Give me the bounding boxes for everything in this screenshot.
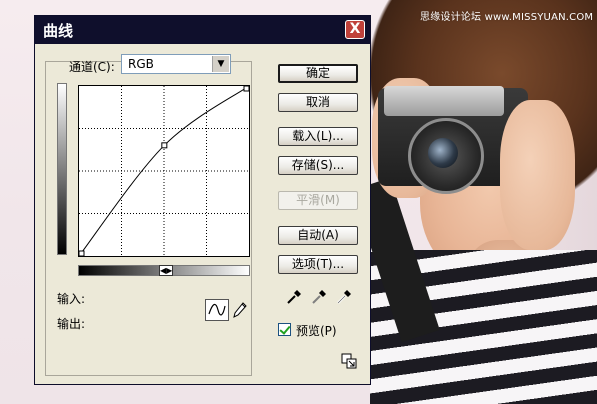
curve-control-point[interactable]: [161, 142, 168, 149]
auto-button[interactable]: 自动(A): [278, 226, 358, 245]
cancel-button[interactable]: 取消: [278, 93, 358, 112]
options-button[interactable]: 选项(T)...: [278, 255, 358, 274]
ok-button[interactable]: 确定: [278, 64, 358, 83]
dialog-titlebar[interactable]: 曲线 X: [35, 16, 370, 44]
watermark-text: 思缘设计论坛 www.MISSYUAN.COM: [420, 12, 594, 23]
channel-value: RGB: [128, 57, 154, 71]
photo-camera-glass: [428, 138, 458, 168]
close-button[interactable]: X: [345, 20, 365, 39]
smooth-button[interactable]: 平滑(M): [278, 191, 358, 210]
channel-label: 通道(C):: [69, 60, 115, 74]
curve-graph[interactable]: [78, 85, 250, 257]
curve-tool-icon[interactable]: [205, 299, 229, 321]
preview-label[interactable]: 预览(P): [296, 322, 337, 339]
eyedropper-white-icon[interactable]: [336, 287, 354, 305]
eyedropper-gray-icon[interactable]: [311, 287, 329, 305]
eyedropper-black-icon[interactable]: [286, 287, 304, 305]
photo-right-hand: [500, 100, 575, 250]
channel-select[interactable]: RGB ▼: [121, 54, 231, 74]
input-gradient-bar[interactable]: ◀▶: [78, 265, 250, 276]
curve-control-point[interactable]: [78, 250, 85, 257]
pencil-icon[interactable]: [233, 302, 247, 318]
input-label: 输入:: [57, 292, 86, 306]
curve-control-point[interactable]: [243, 85, 250, 92]
curve-svg[interactable]: [78, 85, 250, 257]
output-label: 输出:: [57, 317, 86, 331]
curves-dialog: 曲线 X 通道(C): RGB ▼ ◀▶ 输入: 输出: 确定 取消 载入(L)…: [34, 15, 371, 385]
load-button[interactable]: 载入(L)...: [278, 127, 358, 146]
dialog-title: 曲线: [43, 22, 74, 40]
resize-icon[interactable]: [341, 353, 357, 369]
chevron-down-icon[interactable]: ▼: [212, 56, 229, 72]
save-button[interactable]: 存储(S)...: [278, 156, 358, 175]
preview-checkbox[interactable]: [278, 323, 291, 336]
gradient-toggle-icon[interactable]: ◀▶: [159, 265, 173, 276]
photo-camera-top: [384, 86, 504, 116]
output-gradient-bar: [57, 83, 67, 255]
